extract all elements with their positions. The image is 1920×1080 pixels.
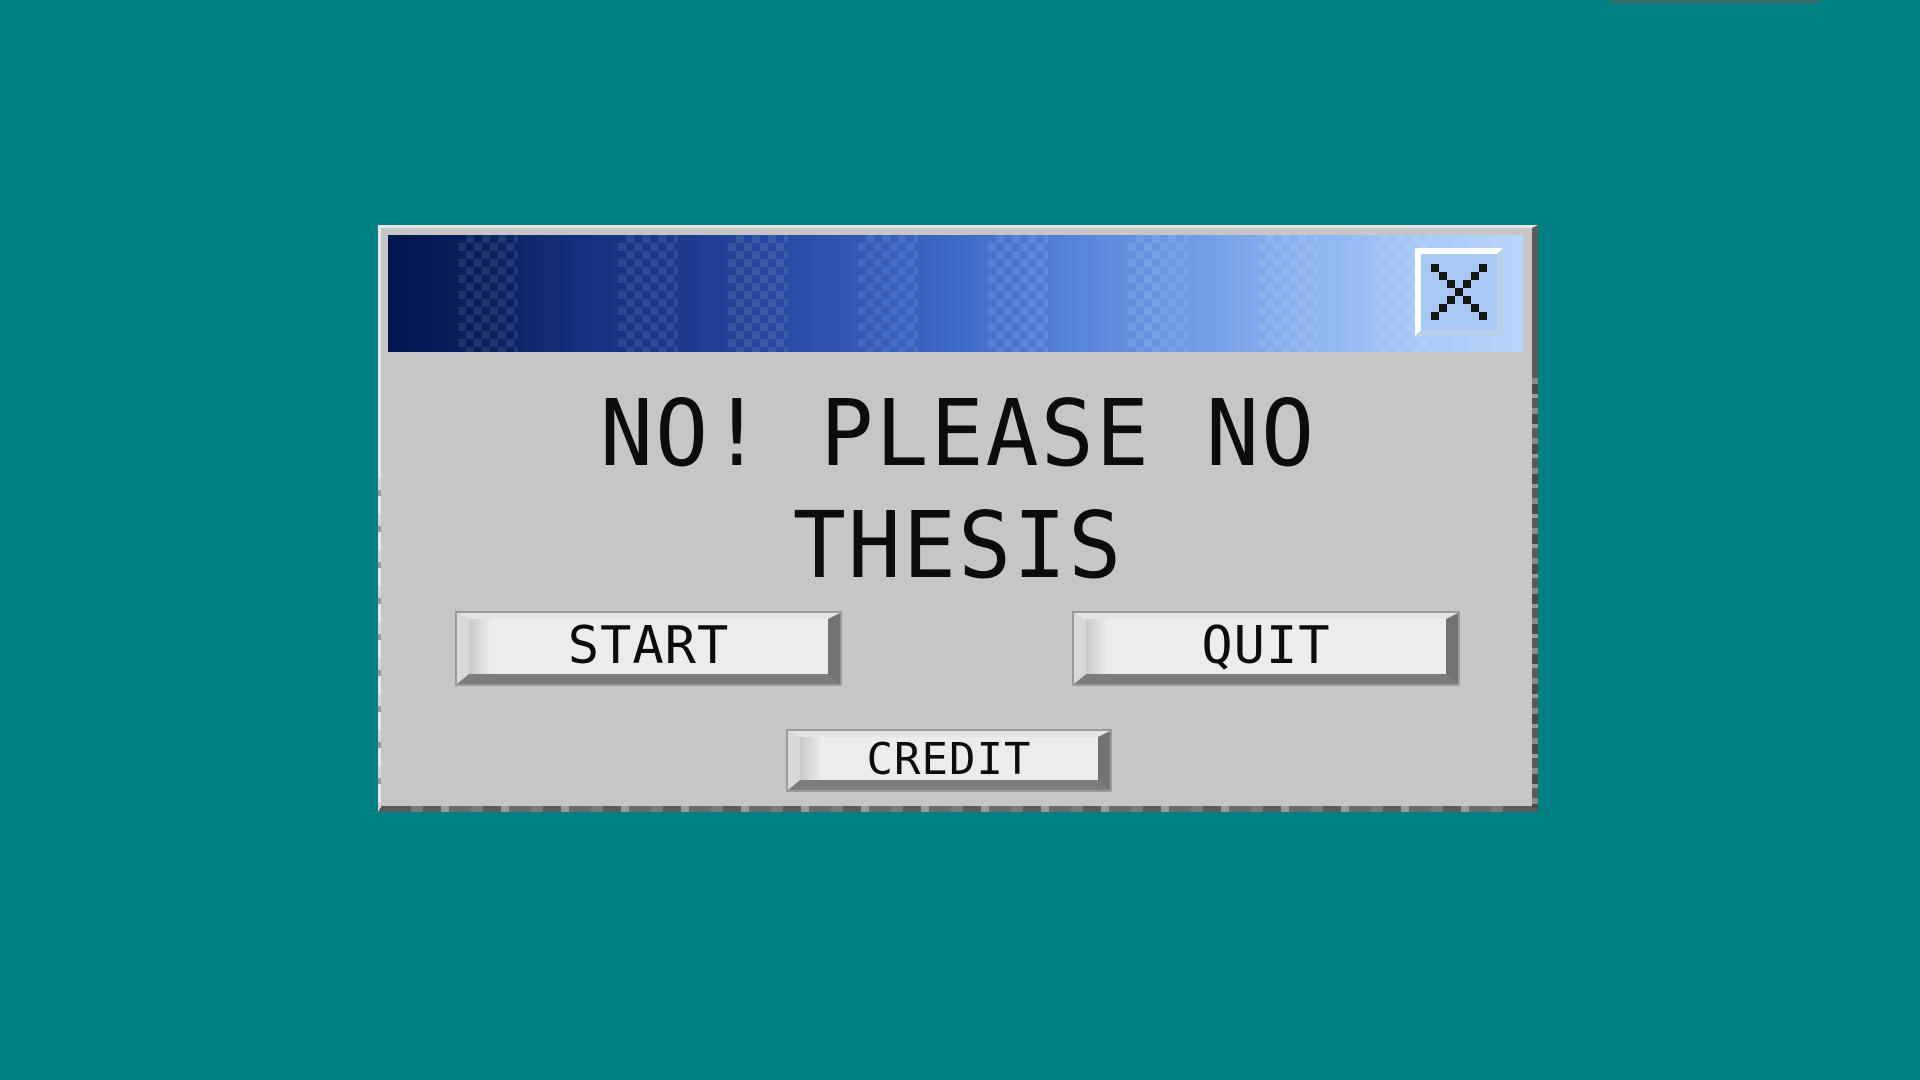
title-bar-dither [618,235,678,352]
title-bar-dither [988,235,1048,352]
credit-button[interactable]: CREDIT [786,729,1112,792]
button-shade [469,619,491,674]
title-bar-dither [1128,235,1188,352]
start-button[interactable]: START [455,611,842,686]
dialog-window: NO! PLEASE NO THESIS [378,225,1538,812]
title-bar[interactable] [388,235,1523,352]
title-bar-dither [858,235,918,352]
button-shade [800,737,822,780]
window-frame-edge [378,478,381,808]
message-line-1: NO! PLEASE NO [599,380,1317,487]
button-shade [1086,619,1108,674]
message-line-2: THESIS [792,492,1124,599]
window-frame-edge [1532,368,1538,808]
start-button-label: START [567,616,730,676]
window-frame-edge [411,806,1511,812]
quit-button[interactable]: QUIT [1072,611,1460,686]
desktop: NO! PLEASE NO THESIS START QUIT CREDIT [0,0,1920,1080]
title-bar-dither [1258,235,1318,352]
credit-button-label: CREDIT [866,734,1032,785]
top-edge-strip [1610,0,1820,3]
quit-button-label: QUIT [1201,616,1331,676]
title-bar-dither [728,235,788,352]
close-button[interactable] [1415,248,1503,336]
close-icon [1431,264,1487,320]
title-bar-dither [458,235,518,352]
dialog-message: NO! PLEASE NO THESIS [407,378,1509,602]
